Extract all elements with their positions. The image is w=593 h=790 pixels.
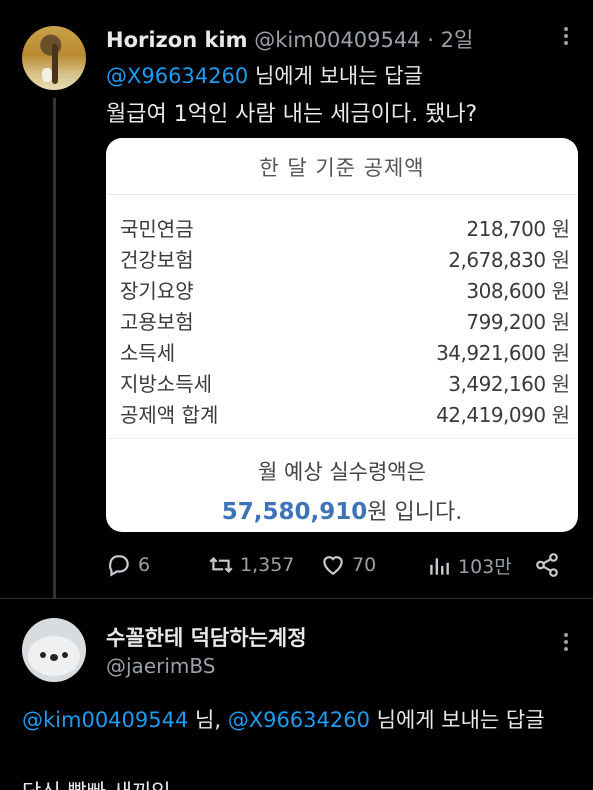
like-button[interactable]: 70 <box>320 552 376 578</box>
deduction-label: 고용보험 <box>120 310 194 334</box>
reply-author-handle[interactable]: @jaerimBS <box>106 654 215 678</box>
avatar-eye-graphic <box>40 652 46 658</box>
currency-unit: 원 <box>551 217 570 241</box>
deduction-table: 국민연금 218,700 원 건강보험 2,678,830 원 장기요양 308,6… <box>120 212 570 429</box>
deduction-label: 건강보험 <box>120 248 194 272</box>
deduction-row: 국민연금 218,700 원 <box>120 212 570 243</box>
currency-unit: 원 <box>551 310 570 334</box>
deduction-image-card[interactable]: 한 달 기준 공제액 국민연금 218,700 원 건강보험 2,678,830 원… <box>106 138 578 532</box>
views-button[interactable]: 103만 <box>426 552 512 579</box>
views-chart-icon <box>430 557 449 575</box>
retweet-count: 1,357 <box>240 554 295 576</box>
author-name[interactable]: Horizon kim <box>106 28 248 52</box>
reply-author-name[interactable]: 수꼴한테 덕담하는계정 <box>106 622 307 652</box>
reply-to-label: 님에게 보내는 답글 <box>369 708 545 732</box>
net-pay-amount: 57,580,910 <box>221 499 368 525</box>
author-avatar[interactable] <box>22 26 86 90</box>
reply-to-label: 님에게 보내는 답글 <box>248 64 423 88</box>
reply-icon <box>108 555 129 577</box>
deduction-amount: 799,200 <box>466 310 546 334</box>
view-count: 103만 <box>458 556 512 578</box>
net-pay-line: 57,580,910원 입니다. <box>106 494 578 526</box>
author-handle[interactable]: @kim00409544 <box>254 28 420 52</box>
deduction-row-total: 공제액 합계 42,419,090 원 <box>120 398 570 429</box>
avatar-tree-graphic <box>52 44 58 84</box>
avatar-nose-graphic <box>50 654 58 661</box>
heart-icon <box>323 556 343 575</box>
avatar-eye-graphic <box>62 652 68 658</box>
reply-to-line: @X96634260 님에게 보내는 답글 <box>106 60 423 90</box>
deduction-row: 소득세 34,921,600 원 <box>120 336 570 367</box>
currency-unit: 원 <box>551 372 570 396</box>
deduction-amount: 42,419,090 <box>436 403 546 427</box>
thread-line <box>53 98 56 598</box>
deduction-label: 국민연금 <box>120 217 194 241</box>
reply-mention-link[interactable]: @X96634260 <box>106 64 248 88</box>
net-pay-label: 월 예상 실수령액은 <box>258 460 426 484</box>
separator-dot: · <box>427 28 434 52</box>
deduction-amount: 3,492,160 <box>448 372 546 396</box>
deduction-label: 장기요양 <box>120 279 194 303</box>
currency-unit: 원 <box>551 248 570 272</box>
currency-unit: 원 <box>551 279 570 303</box>
more-options-icon[interactable] <box>558 24 574 48</box>
reply-count: 6 <box>138 554 151 576</box>
avatar-figure-graphic <box>42 68 52 82</box>
more-options-icon[interactable] <box>558 630 574 654</box>
deduction-label: 지방소득세 <box>120 372 212 396</box>
tweet-time[interactable]: 2일 <box>441 28 474 52</box>
deduction-amount: 218,700 <box>466 217 546 241</box>
deduction-amount: 34,921,600 <box>436 341 546 365</box>
deduction-label: 공제액 합계 <box>120 403 219 427</box>
tweet-text: 월급여 1억인 사람 내는 세금이다. 됐나? <box>106 102 478 127</box>
deduction-amount: 2,678,830 <box>448 248 546 272</box>
tweet-main[interactable]: Horizon kim @kim00409544 · 2일 @X96634260… <box>0 0 593 600</box>
reply-to-separator: 님, <box>188 708 228 732</box>
reply-button[interactable]: 6 <box>106 552 150 578</box>
card-divider <box>106 438 578 439</box>
share-icon <box>536 553 558 577</box>
deduction-row: 장기요양 308,600 원 <box>120 274 570 305</box>
deduction-row: 고용보험 799,200 원 <box>120 305 570 336</box>
reply-tweet-text: 당신 빨빠 새끼임 <box>22 776 171 790</box>
deduction-label: 소득세 <box>120 341 176 365</box>
tweet-header: Horizon kim @kim00409544 · 2일 <box>106 24 473 54</box>
deduction-row: 지방소득세 3,492,160 원 <box>120 367 570 398</box>
action-bar: 6 1,357 70 103만 <box>106 552 566 582</box>
deduction-row: 건강보험 2,678,830 원 <box>120 243 570 274</box>
reply-to-line: @kim00409544 님, @X96634260 님에게 보내는 답글 <box>22 704 572 736</box>
currency-unit: 원 <box>551 341 570 365</box>
share-button[interactable] <box>534 552 566 578</box>
card-title: 한 달 기준 공제액 <box>259 156 425 180</box>
tweet-divider <box>0 598 593 599</box>
tweet-reply[interactable]: 수꼴한테 덕담하는계정 @jaerimBS @kim00409544 님, @X… <box>0 600 593 790</box>
card-divider <box>106 194 578 195</box>
currency-unit: 원 <box>551 403 570 427</box>
reply-mention-link[interactable]: @X96634260 <box>228 708 370 732</box>
net-pay-suffix: 원 입니다. <box>367 500 463 525</box>
deduction-amount: 308,600 <box>466 279 546 303</box>
retweet-icon <box>209 556 233 574</box>
reply-mention-link[interactable]: @kim00409544 <box>22 708 188 732</box>
retweet-button[interactable]: 1,357 <box>208 552 294 578</box>
like-count: 70 <box>352 554 377 576</box>
reply-author-avatar[interactable] <box>22 618 86 682</box>
